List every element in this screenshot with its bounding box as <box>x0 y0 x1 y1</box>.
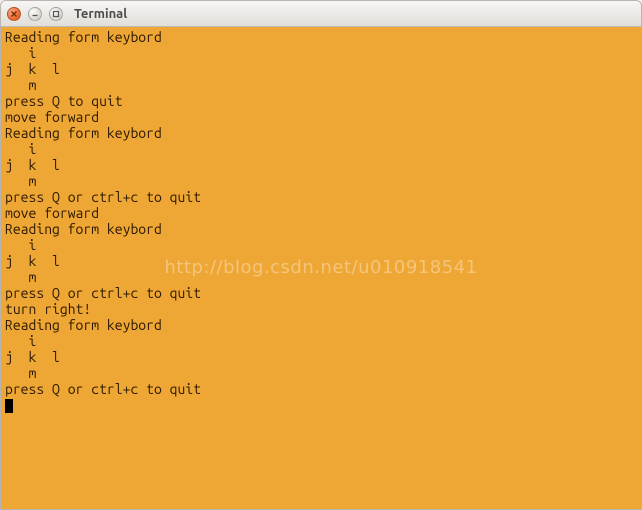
minimize-button[interactable] <box>28 7 42 21</box>
terminal-output: Reading form keybord i j k l m press Q t… <box>5 29 201 397</box>
minimize-icon <box>31 10 39 18</box>
titlebar[interactable]: Terminal <box>1 1 641 27</box>
watermark-text: http://blog.csdn.net/u010918541 <box>164 260 477 276</box>
close-icon <box>10 10 18 18</box>
window-title: Terminal <box>74 7 127 21</box>
cursor <box>5 399 13 413</box>
close-button[interactable] <box>7 7 21 21</box>
terminal-window: Terminal Reading form keybord i j k l m … <box>0 0 642 510</box>
maximize-button[interactable] <box>49 7 63 21</box>
terminal-body[interactable]: Reading form keybord i j k l m press Q t… <box>1 27 641 509</box>
maximize-icon <box>52 10 60 18</box>
